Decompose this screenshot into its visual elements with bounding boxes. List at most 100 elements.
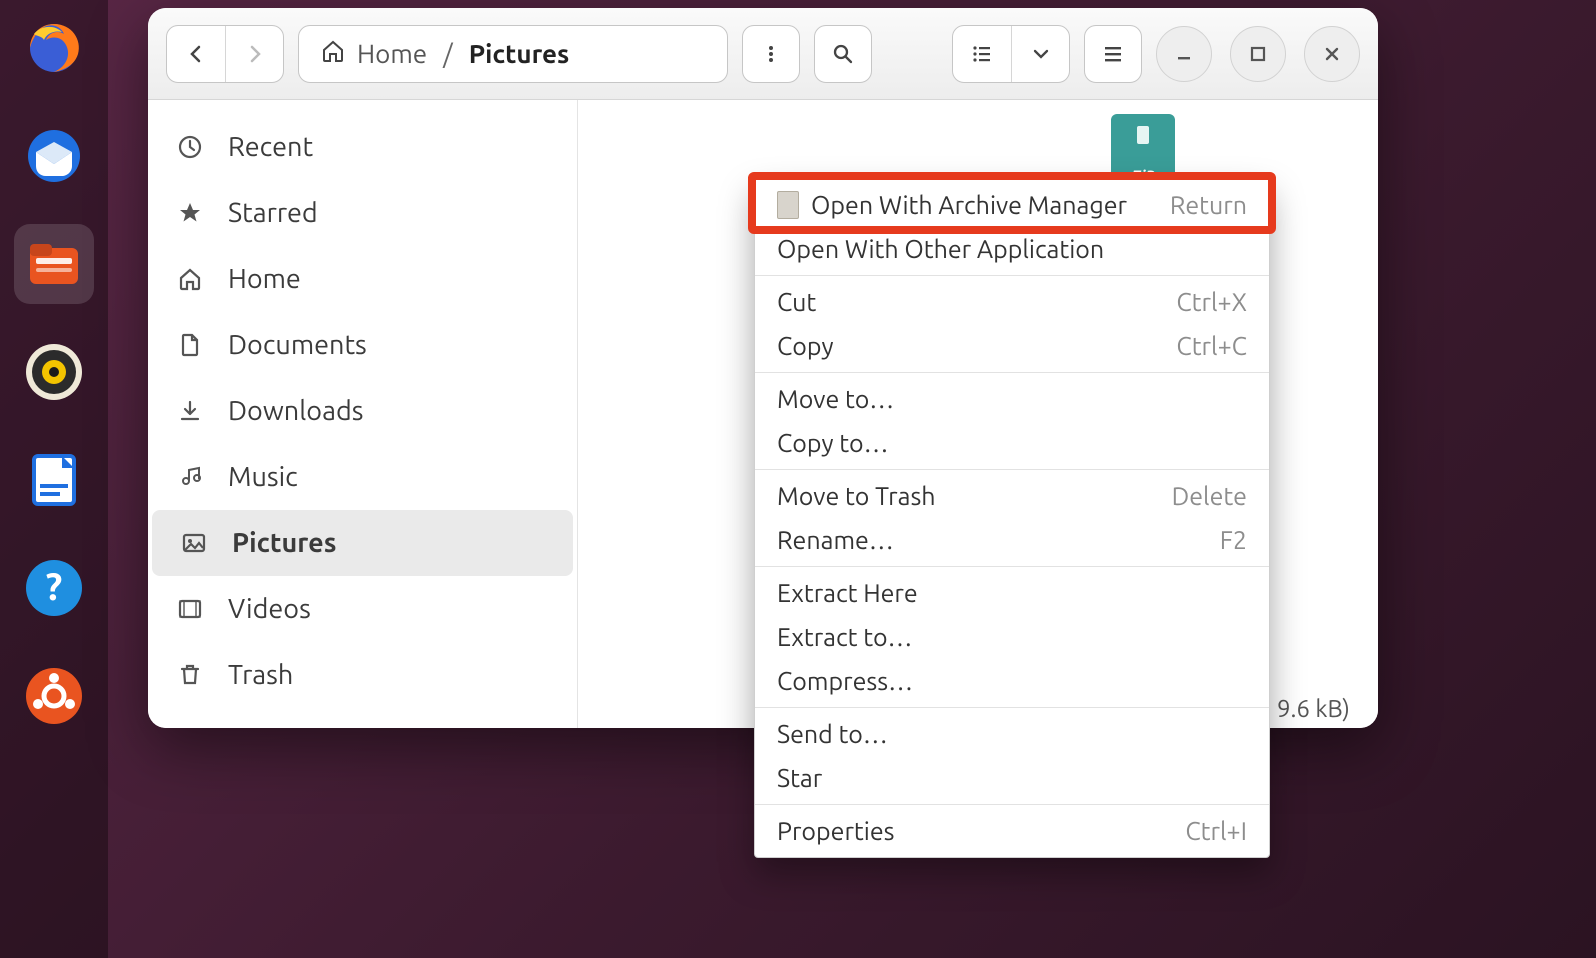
hamburger-icon <box>1102 43 1124 65</box>
dock-rhythmbox[interactable] <box>14 332 94 412</box>
chevron-left-icon <box>192 47 199 61</box>
sidebar-item-label: Music <box>228 462 298 492</box>
context-menu-item-label: Move to Trash <box>777 482 1172 510</box>
music-icon <box>174 464 206 490</box>
context-menu-item-accel: Delete <box>1172 482 1247 510</box>
context-menu-item-label: Open With Archive Manager <box>811 191 1170 219</box>
view-dropdown-button[interactable] <box>1011 26 1069 82</box>
dock-libreoffice-writer[interactable] <box>14 440 94 520</box>
sidebar-item-label: Pictures <box>232 528 336 558</box>
hamburger-menu-button[interactable] <box>1084 25 1142 83</box>
context-menu-item-star[interactable]: Star <box>755 756 1269 800</box>
trash-icon <box>174 662 206 688</box>
context-menu-separator <box>755 372 1269 373</box>
breadcrumb-separator: / <box>443 39 453 68</box>
context-menu-item-copy-to[interactable]: Copy to… <box>755 421 1269 465</box>
context-menu-item-label: Move to… <box>777 385 1247 413</box>
nav-buttons <box>166 25 284 83</box>
context-menu-item-open-with-other-application[interactable]: Open With Other Application <box>755 227 1269 271</box>
context-menu-item-label: Star <box>777 764 1247 792</box>
sidebar-item-music[interactable]: Music <box>148 444 577 510</box>
kebab-icon <box>761 44 781 64</box>
context-menu-item-label: Extract Here <box>777 579 1247 607</box>
view-switcher <box>952 25 1070 83</box>
sidebar-item-trash[interactable]: Trash <box>148 642 577 708</box>
context-menu-item-accel: Ctrl+I <box>1185 817 1247 845</box>
sidebar-item-home[interactable]: Home <box>148 246 577 312</box>
context-menu-item-label: Properties <box>777 817 1185 845</box>
breadcrumb-current[interactable]: Pictures <box>469 39 570 68</box>
breadcrumb-home[interactable]: Home <box>357 39 427 68</box>
breadcrumb[interactable]: Home / Pictures <box>298 25 728 83</box>
dock-ubuntu-software[interactable] <box>14 656 94 736</box>
sidebar-item-label: Videos <box>228 594 311 624</box>
context-menu-item-accel: Return <box>1170 191 1247 219</box>
context-menu-item-accel: F2 <box>1220 526 1247 554</box>
context-menu-separator <box>755 804 1269 805</box>
sidebar-item-pictures[interactable]: Pictures <box>152 510 573 576</box>
minimize-button[interactable] <box>1156 26 1212 82</box>
context-menu-item-compress[interactable]: Compress… <box>755 659 1269 703</box>
dock: ? <box>0 0 108 958</box>
sidebar-item-downloads[interactable]: Downloads <box>148 378 577 444</box>
home-icon <box>174 266 206 292</box>
context-menu-separator <box>755 275 1269 276</box>
context-menu-item-copy[interactable]: CopyCtrl+C <box>755 324 1269 368</box>
sidebar-item-label: Recent <box>228 132 313 162</box>
status-text: 9.6 kB) <box>1277 695 1350 722</box>
context-menu-item-label: Copy <box>777 332 1176 360</box>
sidebar-item-label: Downloads <box>228 396 363 426</box>
context-menu: Open With Archive ManagerReturnOpen With… <box>754 178 1270 858</box>
svg-text:?: ? <box>46 566 63 608</box>
context-menu-item-move-to-trash[interactable]: Move to TrashDelete <box>755 474 1269 518</box>
context-menu-item-move-to[interactable]: Move to… <box>755 377 1269 421</box>
context-menu-item-cut[interactable]: CutCtrl+X <box>755 280 1269 324</box>
context-menu-item-accel: Ctrl+X <box>1176 288 1247 316</box>
context-menu-item-send-to[interactable]: Send to… <box>755 712 1269 756</box>
forward-button[interactable] <box>225 26 283 82</box>
clock-icon <box>174 134 206 160</box>
dock-help[interactable]: ? <box>14 548 94 628</box>
context-menu-item-open-with-archive-manager[interactable]: Open With Archive ManagerReturn <box>755 183 1269 227</box>
sidebar-item-starred[interactable]: Starred <box>148 180 577 246</box>
view-list-button[interactable] <box>953 26 1011 82</box>
dock-firefox[interactable] <box>14 8 94 88</box>
sidebar: Recent Starred Home Documents Downloads … <box>148 100 578 728</box>
chevron-down-icon <box>1032 45 1050 63</box>
context-menu-item-label: Compress… <box>777 667 1247 695</box>
context-menu-separator <box>755 707 1269 708</box>
sidebar-item-recent[interactable]: Recent <box>148 114 577 180</box>
window-controls <box>1156 26 1360 82</box>
context-menu-item-label: Open With Other Application <box>777 235 1247 263</box>
archive-icon <box>777 191 799 219</box>
sidebar-item-label: Documents <box>228 330 367 360</box>
context-menu-item-label: Copy to… <box>777 429 1247 457</box>
dock-files[interactable] <box>14 224 94 304</box>
location-options-button[interactable] <box>742 25 800 83</box>
context-menu-item-rename[interactable]: Rename…F2 <box>755 518 1269 562</box>
sidebar-item-label: Starred <box>228 198 318 228</box>
maximize-icon <box>1249 45 1267 63</box>
close-button[interactable] <box>1304 26 1360 82</box>
chevron-right-icon <box>252 47 259 61</box>
context-menu-item-properties[interactable]: PropertiesCtrl+I <box>755 809 1269 853</box>
context-menu-item-extract-here[interactable]: Extract Here <box>755 571 1269 615</box>
close-icon <box>1323 45 1341 63</box>
context-menu-item-extract-to[interactable]: Extract to… <box>755 615 1269 659</box>
home-icon <box>321 39 345 68</box>
pictures-icon <box>178 530 210 556</box>
back-button[interactable] <box>167 26 225 82</box>
sidebar-item-label: Trash <box>228 660 293 690</box>
videos-icon <box>174 596 206 622</box>
document-icon <box>174 332 206 358</box>
context-menu-separator <box>755 469 1269 470</box>
sidebar-item-documents[interactable]: Documents <box>148 312 577 378</box>
dock-thunderbird[interactable] <box>14 116 94 196</box>
context-menu-item-label: Rename… <box>777 526 1220 554</box>
sidebar-item-label: Home <box>228 264 301 294</box>
sidebar-item-videos[interactable]: Videos <box>148 576 577 642</box>
search-button[interactable] <box>814 25 872 83</box>
minimize-icon <box>1175 45 1193 63</box>
headerbar: Home / Pictures <box>148 8 1378 100</box>
maximize-button[interactable] <box>1230 26 1286 82</box>
